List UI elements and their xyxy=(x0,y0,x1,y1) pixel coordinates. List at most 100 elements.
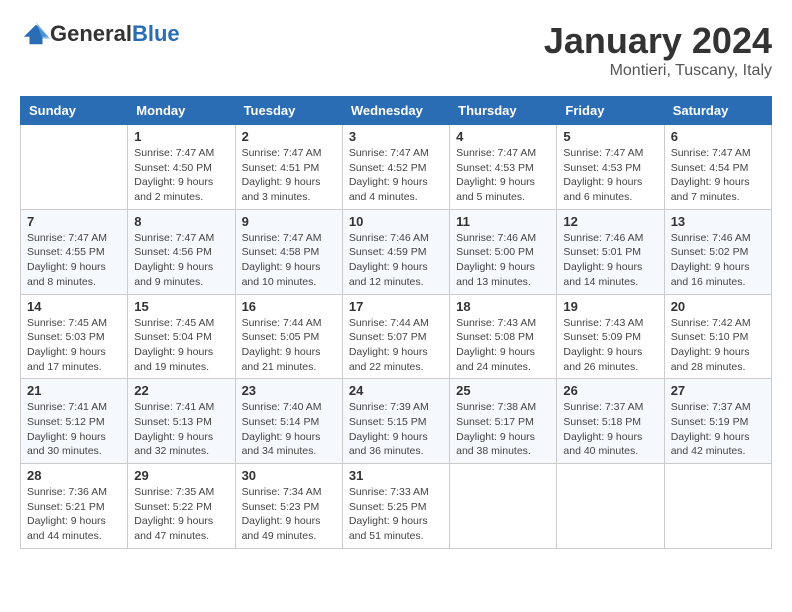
calendar-cell: 24Sunrise: 7:39 AMSunset: 5:15 PMDayligh… xyxy=(342,379,449,464)
day-info: Sunrise: 7:46 AMSunset: 4:59 PMDaylight:… xyxy=(349,231,443,290)
day-number: 20 xyxy=(671,299,765,314)
calendar-cell xyxy=(21,125,128,210)
logo-icon xyxy=(22,20,50,48)
calendar-cell: 18 Sunrise: 7:43 AMSunset: 5:08 PMDayligh… xyxy=(450,294,557,379)
day-info: Sunrise: 7:47 AMSunset: 4:51 PMDaylight:… xyxy=(242,146,336,205)
calendar-cell: 28 Sunrise: 7:36 AMSunset: 5:21 PMDayligh… xyxy=(21,464,128,549)
day-number: 13 xyxy=(671,214,765,229)
calendar-title: January 2024 xyxy=(544,20,772,62)
day-number: 18 xyxy=(456,299,550,314)
calendar-cell: 22 Sunrise: 7:41 AMSunset: 5:13 PMDayligh… xyxy=(128,379,235,464)
calendar-cell: 1 Sunrise: 7:47 AMSunset: 4:50 PMDaylight… xyxy=(128,125,235,210)
day-number: 31 xyxy=(349,468,443,483)
day-info: Sunrise: 7:35 AMSunset: 5:22 PMDaylight:… xyxy=(134,485,228,544)
day-info: Sunrise: 7:41 AMSunset: 5:13 PMDaylight:… xyxy=(134,400,228,459)
day-number: 14 xyxy=(27,299,121,314)
day-number: 12 xyxy=(563,214,657,229)
col-thursday: Thursday xyxy=(450,97,557,125)
day-info: Sunrise: 7:44 AMSunset: 5:05 PMDaylight:… xyxy=(242,316,336,375)
day-info: Sunrise: 7:47 AMSunset: 4:53 PMDaylight:… xyxy=(456,146,550,205)
logo-text-general: General xyxy=(50,21,132,46)
col-sunday: Sunday xyxy=(21,97,128,125)
day-number: 9 xyxy=(242,214,336,229)
day-number: 6 xyxy=(671,129,765,144)
logo: GeneralBlue xyxy=(20,20,180,48)
page-header: GeneralBlue January 2024 Montieri, Tusca… xyxy=(20,20,772,80)
day-info: Sunrise: 7:37 AMSunset: 5:18 PMDaylight:… xyxy=(563,400,657,459)
day-info: Sunrise: 7:46 AMSunset: 5:02 PMDaylight:… xyxy=(671,231,765,290)
day-number: 2 xyxy=(242,129,336,144)
day-number: 4 xyxy=(456,129,550,144)
day-info: Sunrise: 7:43 AMSunset: 5:08 PMDaylight:… xyxy=(456,316,550,375)
calendar-cell: 4 Sunrise: 7:47 AMSunset: 4:53 PMDaylight… xyxy=(450,125,557,210)
day-info: Sunrise: 7:37 AMSunset: 5:19 PMDaylight:… xyxy=(671,400,765,459)
week-row-4: 21Sunrise: 7:41 AMSunset: 5:12 PMDayligh… xyxy=(21,379,772,464)
day-info: Sunrise: 7:47 AMSunset: 4:52 PMDaylight:… xyxy=(349,146,443,205)
day-number: 15 xyxy=(134,299,228,314)
calendar-cell: 17 Sunrise: 7:44 AMSunset: 5:07 PMDayligh… xyxy=(342,294,449,379)
col-friday: Friday xyxy=(557,97,664,125)
calendar-cell: 19Sunrise: 7:43 AMSunset: 5:09 PMDayligh… xyxy=(557,294,664,379)
day-number: 11 xyxy=(456,214,550,229)
calendar-cell: 29Sunrise: 7:35 AMSunset: 5:22 PMDayligh… xyxy=(128,464,235,549)
day-number: 10 xyxy=(349,214,443,229)
day-info: Sunrise: 7:45 AMSunset: 5:04 PMDaylight:… xyxy=(134,316,228,375)
header-row: Sunday Monday Tuesday Wednesday Thursday… xyxy=(21,97,772,125)
day-number: 8 xyxy=(134,214,228,229)
day-number: 22 xyxy=(134,383,228,398)
calendar-cell: 16Sunrise: 7:44 AMSunset: 5:05 PMDayligh… xyxy=(235,294,342,379)
calendar-cell: 26 Sunrise: 7:37 AMSunset: 5:18 PMDayligh… xyxy=(557,379,664,464)
day-number: 19 xyxy=(563,299,657,314)
calendar-table: Sunday Monday Tuesday Wednesday Thursday… xyxy=(20,96,772,549)
day-number: 1 xyxy=(134,129,228,144)
calendar-cell: 6Sunrise: 7:47 AMSunset: 4:54 PMDaylight… xyxy=(664,125,771,210)
day-number: 27 xyxy=(671,383,765,398)
calendar-cell: 12Sunrise: 7:46 AMSunset: 5:01 PMDayligh… xyxy=(557,209,664,294)
day-info: Sunrise: 7:34 AMSunset: 5:23 PMDaylight:… xyxy=(242,485,336,544)
calendar-cell: 9 Sunrise: 7:47 AMSunset: 4:58 PMDaylight… xyxy=(235,209,342,294)
calendar-cell: 30 Sunrise: 7:34 AMSunset: 5:23 PMDayligh… xyxy=(235,464,342,549)
calendar-cell: 7Sunrise: 7:47 AMSunset: 4:55 PMDaylight… xyxy=(21,209,128,294)
day-number: 28 xyxy=(27,468,121,483)
title-area: January 2024 Montieri, Tuscany, Italy xyxy=(544,20,772,80)
col-tuesday: Tuesday xyxy=(235,97,342,125)
week-row-3: 14Sunrise: 7:45 AMSunset: 5:03 PMDayligh… xyxy=(21,294,772,379)
day-number: 7 xyxy=(27,214,121,229)
calendar-cell: 27 Sunrise: 7:37 AMSunset: 5:19 PMDayligh… xyxy=(664,379,771,464)
calendar-cell xyxy=(664,464,771,549)
day-info: Sunrise: 7:44 AMSunset: 5:07 PMDaylight:… xyxy=(349,316,443,375)
calendar-cell: 2 Sunrise: 7:47 AMSunset: 4:51 PMDaylight… xyxy=(235,125,342,210)
calendar-cell: 3 Sunrise: 7:47 AMSunset: 4:52 PMDaylight… xyxy=(342,125,449,210)
day-info: Sunrise: 7:47 AMSunset: 4:53 PMDaylight:… xyxy=(563,146,657,205)
calendar-subtitle: Montieri, Tuscany, Italy xyxy=(544,62,772,80)
day-number: 26 xyxy=(563,383,657,398)
day-info: Sunrise: 7:33 AMSunset: 5:25 PMDaylight:… xyxy=(349,485,443,544)
week-row-1: 1 Sunrise: 7:47 AMSunset: 4:50 PMDaylight… xyxy=(21,125,772,210)
calendar-cell: 13 Sunrise: 7:46 AMSunset: 5:02 PMDayligh… xyxy=(664,209,771,294)
calendar-cell: 31 Sunrise: 7:33 AMSunset: 5:25 PMDayligh… xyxy=(342,464,449,549)
calendar-cell: 23 Sunrise: 7:40 AMSunset: 5:14 PMDayligh… xyxy=(235,379,342,464)
calendar-cell: 5 Sunrise: 7:47 AMSunset: 4:53 PMDaylight… xyxy=(557,125,664,210)
week-row-5: 28 Sunrise: 7:36 AMSunset: 5:21 PMDayligh… xyxy=(21,464,772,549)
day-number: 30 xyxy=(242,468,336,483)
calendar-cell: 10 Sunrise: 7:46 AMSunset: 4:59 PMDayligh… xyxy=(342,209,449,294)
calendar-cell: 21Sunrise: 7:41 AMSunset: 5:12 PMDayligh… xyxy=(21,379,128,464)
day-number: 23 xyxy=(242,383,336,398)
day-info: Sunrise: 7:47 AMSunset: 4:56 PMDaylight:… xyxy=(134,231,228,290)
day-number: 17 xyxy=(349,299,443,314)
day-info: Sunrise: 7:46 AMSunset: 5:00 PMDaylight:… xyxy=(456,231,550,290)
day-info: Sunrise: 7:42 AMSunset: 5:10 PMDaylight:… xyxy=(671,316,765,375)
day-info: Sunrise: 7:40 AMSunset: 5:14 PMDaylight:… xyxy=(242,400,336,459)
col-saturday: Saturday xyxy=(664,97,771,125)
day-info: Sunrise: 7:47 AMSunset: 4:50 PMDaylight:… xyxy=(134,146,228,205)
day-info: Sunrise: 7:41 AMSunset: 5:12 PMDaylight:… xyxy=(27,400,121,459)
day-info: Sunrise: 7:47 AMSunset: 4:58 PMDaylight:… xyxy=(242,231,336,290)
calendar-cell xyxy=(450,464,557,549)
calendar-cell: 15 Sunrise: 7:45 AMSunset: 5:04 PMDayligh… xyxy=(128,294,235,379)
day-number: 3 xyxy=(349,129,443,144)
week-row-2: 7Sunrise: 7:47 AMSunset: 4:55 PMDaylight… xyxy=(21,209,772,294)
day-info: Sunrise: 7:39 AMSunset: 5:15 PMDaylight:… xyxy=(349,400,443,459)
day-number: 5 xyxy=(563,129,657,144)
day-info: Sunrise: 7:36 AMSunset: 5:21 PMDaylight:… xyxy=(27,485,121,544)
calendar-cell: 8 Sunrise: 7:47 AMSunset: 4:56 PMDaylight… xyxy=(128,209,235,294)
